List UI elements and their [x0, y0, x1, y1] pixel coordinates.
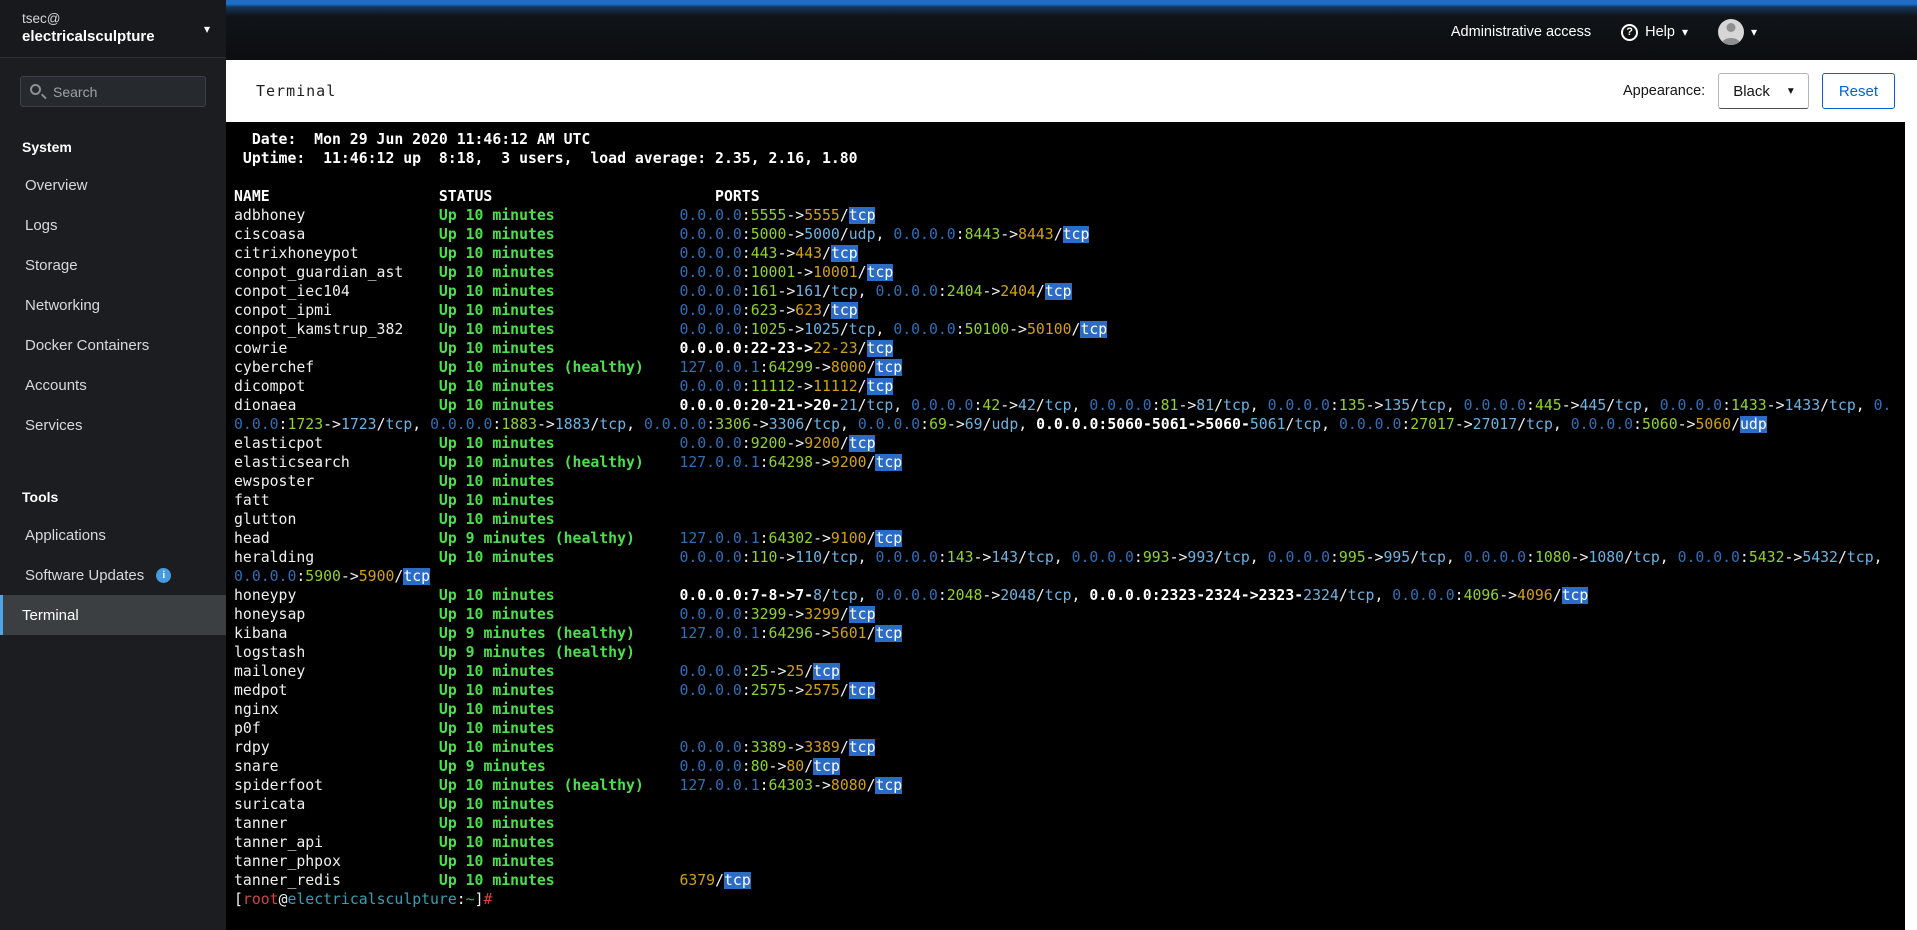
appearance-label: Appearance: [1622, 83, 1706, 99]
terminal-row-glutton: glutton Up 10 minutes [234, 511, 680, 528]
terminal-row-tanner: tanner Up 10 minutes [234, 815, 680, 832]
terminal-row-tanner_redis: tanner_redis Up 10 minutes 6379/tcp [234, 872, 751, 889]
terminal-uptime-line: Uptime: 11:46:12 up 8:18, 3 users, load … [234, 150, 858, 167]
sidebar-item-label: Services [25, 416, 83, 434]
appearance-select[interactable]: Black ▼ [1718, 73, 1809, 109]
info-icon: i [156, 567, 172, 583]
terminal-prompt: [root@electricalsculpture:~]# [234, 891, 493, 908]
terminal-row-snare: snare Up 9 minutes 0.0.0.0:80->80/tcp [234, 758, 840, 775]
search-icon [30, 84, 41, 95]
nav-section-title: Tools [22, 489, 59, 505]
terminal-row-cyberchef: cyberchef Up 10 minutes (healthy) 127.0.… [234, 359, 903, 376]
help-label: Help [1645, 24, 1675, 40]
administrative-access-button[interactable]: Administrative access [1451, 24, 1591, 40]
sidebar-search [20, 76, 206, 107]
terminal-row-mailoney: mailoney Up 10 minutes 0.0.0.0:25->25/tc… [234, 663, 840, 680]
terminal-row-logstash: logstash Up 9 minutes (healthy) [234, 644, 680, 661]
terminal-row-conpot_kamstrup_382: conpot_kamstrup_382 Up 10 minutes 0.0.0.… [234, 321, 1108, 338]
sidebar-item-terminal[interactable]: Terminal [0, 595, 226, 635]
terminal-row-spiderfoot: spiderfoot Up 10 minutes (healthy) 127.0… [234, 777, 903, 794]
sidebar-item-label: Applications [25, 526, 106, 544]
sidebar: tsec@ electricalsculpture ▾ System Overvi… [0, 0, 226, 930]
session-menu[interactable]: ▾ [1717, 19, 1757, 45]
avatar [1717, 19, 1744, 45]
terminal-row-heralding: heralding Up 10 minutes 0.0.0.0:110->110… [234, 549, 1883, 566]
sidebar-item-logs[interactable]: Logs [0, 205, 226, 245]
terminal-row-adbhoney: adbhoney Up 10 minutes 0.0.0.0:5555->555… [234, 207, 876, 224]
terminal-row-ewsposter: ewsposter Up 10 minutes [234, 473, 680, 490]
sidebar-item-networking[interactable]: Networking [0, 285, 226, 325]
terminal-row-honeysap: honeysap Up 10 minutes 0.0.0.0:3299->329… [234, 606, 876, 623]
terminal-row-medpot: medpot Up 10 minutes 0.0.0.0:2575->2575/… [234, 682, 876, 699]
terminal-row-head: head Up 9 minutes (healthy) 127.0.0.1:64… [234, 530, 903, 547]
chevron-down-icon: ▾ [203, 22, 210, 36]
terminal-row-tanner_phpox: tanner_phpox Up 10 minutes [234, 853, 680, 870]
masthead: Administrative access ? Help ▾ ▾ [226, 0, 1917, 60]
terminal-row-elasticpot: elasticpot Up 10 minutes 0.0.0.0:9200->9… [234, 435, 876, 452]
page-header: Terminal Appearance: Black ▼ Reset [226, 60, 1917, 122]
sidebar-item-label: Docker Containers [25, 336, 150, 354]
terminal-row-citrixhoneypot: citrixhoneypot Up 10 minutes 0.0.0.0:443… [234, 245, 858, 262]
terminal-row-p0f: p0f Up 10 minutes [234, 720, 680, 737]
sidebar-item-label: Terminal [22, 606, 79, 624]
terminal-row-tanner_api: tanner_api Up 10 minutes [234, 834, 680, 851]
terminal-row-conpot_ipmi: conpot_ipmi Up 10 minutes 0.0.0.0:623->6… [234, 302, 858, 319]
sidebar-item-services[interactable]: Services [0, 405, 226, 445]
terminal-row-conpot_iec104: conpot_iec104 Up 10 minutes 0.0.0.0:161-… [234, 283, 1072, 300]
sidebar-item-label: Storage [25, 256, 78, 274]
sidebar-item-label: Software Updates [25, 566, 145, 584]
terminal-table-header: NAME STATUS PORTS [234, 188, 760, 205]
sidebar-item-label: Accounts [25, 376, 87, 394]
account-user: tsec@ [22, 11, 61, 26]
chevron-down-icon: ▾ [1681, 25, 1688, 39]
nav-section: System Overview Logs Storage Networking Docke… [0, 125, 226, 445]
sidebar-item-storage[interactable]: Storage [0, 245, 226, 285]
terminal-row-kibana: kibana Up 9 minutes (healthy) 127.0.0.1:… [234, 625, 903, 642]
terminal-wrap-heralding: 0.0.0.0:5900->5900/tcp [234, 568, 431, 585]
terminal-row-honeypy: honeypy Up 10 minutes 0.0.0.0:7-8->7-8/t… [234, 587, 1589, 604]
sidebar-item-software-updates[interactable]: Software Updates i [0, 555, 226, 595]
chevron-down-icon: ▾ [1750, 25, 1757, 39]
sidebar-item-label: Networking [25, 296, 101, 314]
sidebar-item-accounts[interactable]: Accounts [0, 365, 226, 405]
page-title: Terminal [256, 82, 337, 100]
terminal-row-rdpy: rdpy Up 10 minutes 0.0.0.0:3389->3389/tc… [234, 739, 876, 756]
terminal-row-nginx: nginx Up 10 minutes [234, 701, 680, 718]
sidebar-item-docker-containers[interactable]: Docker Containers [0, 325, 226, 365]
help-menu[interactable]: ? Help ▾ [1621, 23, 1688, 41]
sidebar-item-overview[interactable]: Overview [0, 165, 226, 205]
reset-button[interactable]: Reset [1821, 73, 1895, 109]
appearance-select-value: Black [1733, 82, 1770, 100]
terminal-row-elasticsearch: elasticsearch Up 10 minutes (healthy) 12… [234, 454, 903, 471]
search-input[interactable] [20, 76, 206, 107]
terminal-date-line: Date: Mon 29 Jun 2020 11:46:12 AM UTC [234, 131, 591, 148]
terminal-row-conpot_guardian_ast: conpot_guardian_ast Up 10 minutes 0.0.0.… [234, 264, 894, 281]
nav-section: Tools Applications Software Updates i Termin… [0, 475, 226, 635]
account-host: electricalsculpture [22, 28, 155, 45]
terminal-row-suricata: suricata Up 10 minutes [234, 796, 680, 813]
terminal-row-dicompot: dicompot Up 10 minutes 0.0.0.0:11112->11… [234, 378, 894, 395]
sidebar-item-applications[interactable]: Applications [0, 515, 226, 555]
sidebar-item-label: Overview [25, 176, 88, 194]
terminal-row-fatt: fatt Up 10 minutes [234, 492, 680, 509]
terminal-output[interactable]: Date: Mon 29 Jun 2020 11:46:12 AM UTC Up… [226, 122, 1905, 930]
terminal-wrap-dionaea: 0.0.0:1723->1723/tcp, 0.0.0.0:1883->1883… [234, 416, 1767, 433]
sidebar-nav: System Overview Logs Storage Networking Docke… [0, 113, 226, 635]
sidebar-item-label: Logs [25, 216, 58, 234]
terminal-row-dionaea: dionaea Up 10 minutes 0.0.0.0:20-21->20-… [234, 397, 1892, 414]
chevron-down-icon: ▼ [1785, 85, 1796, 97]
sidebar-account-menu[interactable]: tsec@ electricalsculpture ▾ [0, 0, 226, 58]
terminal-row-cowrie: cowrie Up 10 minutes 0.0.0.0:22-23->22-2… [234, 340, 894, 357]
nav-section-title: System [22, 139, 72, 155]
terminal-row-ciscoasa: ciscoasa Up 10 minutes 0.0.0.0:5000->500… [234, 226, 1090, 243]
help-icon: ? [1621, 23, 1639, 41]
